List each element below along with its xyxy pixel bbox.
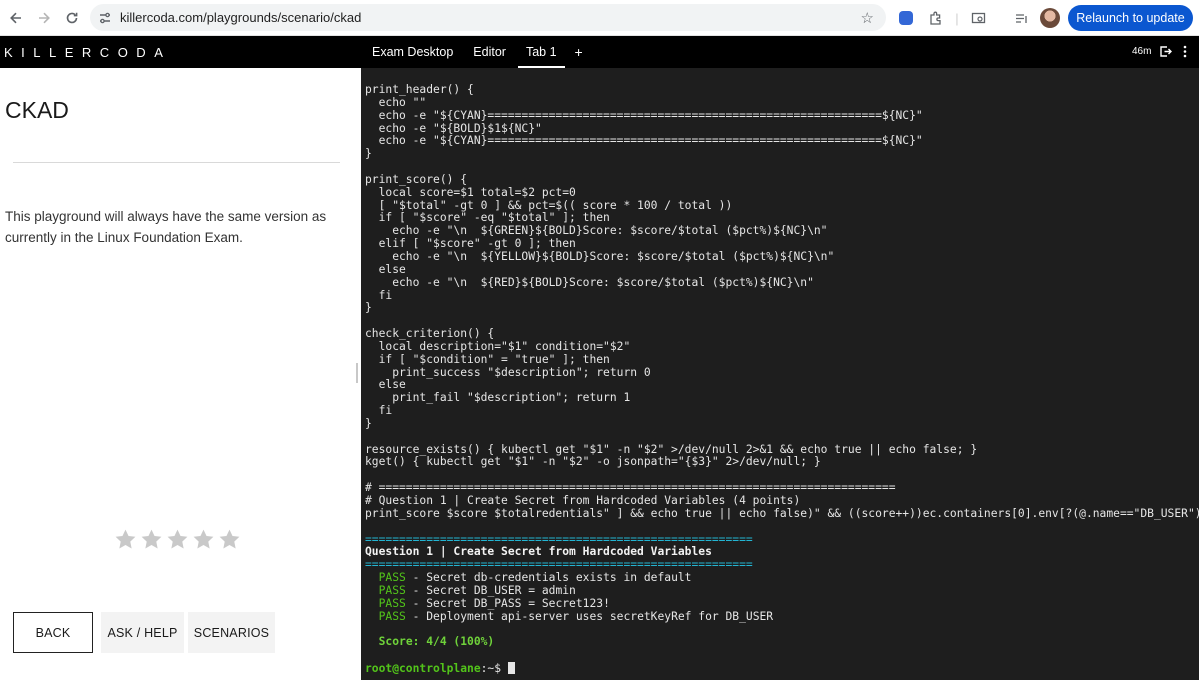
scenario-description: This playground will always have the sam… (5, 209, 327, 245)
forward-arrow-icon[interactable] (30, 4, 58, 32)
score-line: Score: 4/4 (100%) (378, 635, 495, 649)
terminal-line: fi (365, 288, 393, 302)
terminal-line: print_fail "$description"; return 1 (365, 391, 631, 405)
terminal-line: echo -e "${CYAN}========================… (365, 108, 923, 122)
back-arrow-icon[interactable] (2, 4, 30, 32)
ask-help-button[interactable]: ASK / HELP (101, 612, 184, 653)
bookmark-star-icon[interactable]: ☆ (861, 9, 874, 27)
terminal-line: print_score $score $totalredentials" ] &… (365, 506, 1199, 520)
terminal-line: local description="$1" condition="$2" (365, 339, 631, 353)
scenario-title: CKAD (5, 97, 69, 123)
terminal-line: echo -e "${CYAN}========================… (365, 134, 923, 148)
star-icon[interactable] (165, 527, 190, 552)
terminal-line: kget() { kubectl get "$1" -n "$2" -o jso… (365, 455, 821, 469)
terminal-line: fi (365, 404, 393, 418)
terminal-line: print_header() { (365, 83, 474, 96)
shell-prompt[interactable]: root@controlplane:~$ (361, 661, 1199, 675)
terminal-line: echo -e "\n ${YELLOW}${BOLD}Score: $scor… (365, 249, 835, 263)
terminal-cursor (507, 661, 515, 674)
panel-resize-handle[interactable] (356, 363, 358, 383)
app-header: KILLERCODA Exam Desktop Editor Tab 1 + 4… (0, 36, 1199, 68)
rating-stars (113, 527, 242, 552)
add-tab-button[interactable]: + (567, 36, 591, 68)
reload-icon[interactable] (58, 4, 86, 32)
star-icon[interactable] (139, 527, 164, 552)
terminal-line: # Question 1 | Create Secret from Hardco… (365, 494, 801, 507)
terminal-line: } (365, 147, 372, 161)
url-text[interactable]: killercoda.com/playgrounds/scenario/ckad (120, 10, 361, 25)
extensions-puzzle-icon[interactable] (925, 8, 945, 28)
workspace-tabs: Exam Desktop Editor Tab 1 + (362, 36, 591, 68)
tab-terminal-1[interactable]: Tab 1 (516, 36, 567, 68)
tab-exam-desktop[interactable]: Exam Desktop (362, 36, 463, 68)
killercoda-logo[interactable]: KILLERCODA (4, 45, 171, 60)
tab-editor[interactable]: Editor (463, 36, 516, 68)
star-icon[interactable] (217, 527, 242, 552)
reading-list-icon[interactable] (1011, 8, 1031, 28)
terminal-line: echo -e "\n ${RED}${BOLD}Score: $score/$… (365, 275, 814, 289)
script-lines: print_header() { echo "" echo -e "${CYAN… (361, 83, 1199, 534)
address-bar[interactable]: killercoda.com/playgrounds/scenario/ckad… (90, 4, 886, 31)
tab-search-icon[interactable] (968, 8, 988, 28)
terminal[interactable]: print_header() { echo "" echo -e "${CYAN… (361, 68, 1199, 680)
back-button[interactable]: BACK (13, 612, 93, 653)
terminal-line: else (365, 262, 406, 276)
terminal-line: } (365, 416, 372, 430)
scenario-sidebar: CKAD This playground will always have th… (0, 68, 360, 680)
star-icon[interactable] (191, 527, 216, 552)
exit-icon[interactable] (1158, 44, 1172, 58)
terminal-line: local score=$1 total=$2 pct=0 (365, 185, 576, 199)
relaunch-to-update-button[interactable]: Relaunch to update (1068, 5, 1193, 31)
terminal-line: print_score() { (365, 172, 468, 186)
profile-avatar[interactable] (1040, 8, 1060, 28)
star-icon[interactable] (113, 527, 138, 552)
terminal-line: print_success "$description"; return 0 (365, 365, 651, 379)
terminal-line: } (365, 301, 372, 315)
terminal-line: echo "" (365, 95, 427, 109)
toolbar-divider: | (955, 10, 959, 26)
title-divider (13, 162, 340, 163)
kubernetes-extension-icon[interactable] (896, 8, 916, 28)
result-line: PASS - Deployment api-server uses secret… (378, 609, 774, 623)
terminal-line: if [ "$condition" = "true" ]; then (365, 352, 610, 366)
terminal-line: check_criterion() { (365, 327, 495, 341)
browser-toolbar: killercoda.com/playgrounds/scenario/ckad… (0, 0, 1199, 36)
site-settings-icon[interactable] (90, 11, 120, 25)
more-vertical-icon[interactable] (1178, 44, 1192, 58)
scenarios-button[interactable]: SCENARIOS (188, 612, 275, 653)
session-timer: 46m (1132, 46, 1152, 57)
